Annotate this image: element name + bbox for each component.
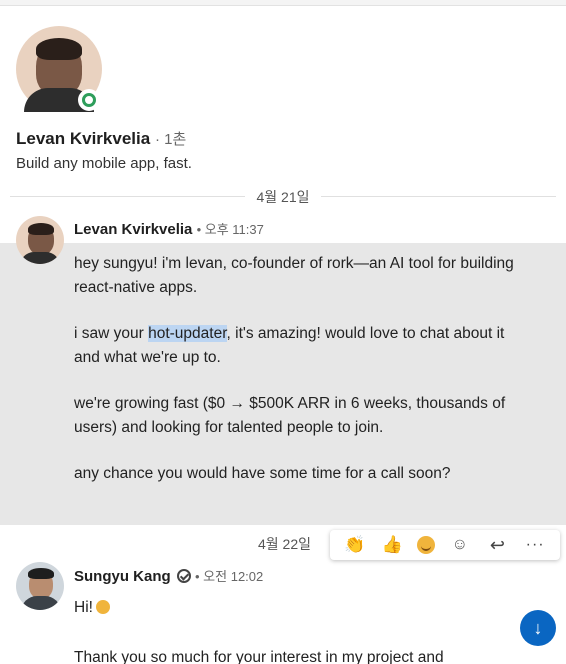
profile-headline: Build any mobile app, fast. <box>16 155 192 172</box>
message-paragraph: Thank you so much for your interest in m… <box>74 649 444 664</box>
reply-icon[interactable]: ↩ <box>484 532 510 558</box>
sender-name[interactable]: Levan Kvirkvelia <box>74 221 192 238</box>
celebrate-icon[interactable]: 👏 <box>342 532 368 558</box>
connection-degree: · 1촌 <box>154 131 187 148</box>
message-paragraph: Hi! <box>74 596 524 620</box>
message-paragraph: i saw your hot-updater, it's amazing! wo… <box>74 325 505 366</box>
scroll-to-bottom-button[interactable]: ↓ <box>520 610 556 646</box>
message-paragraph: any chance you would have some time for … <box>74 465 451 482</box>
reaction-toolbar: 👏 👍 ☺ ↩ ··· <box>330 530 560 560</box>
thumbs-up-icon[interactable]: 👍 <box>379 532 405 558</box>
smile-emoji-icon <box>95 600 110 614</box>
profile-name-row: Levan Kvirkvelia · 1촌 <box>16 128 556 149</box>
message-header: Levan Kvirkvelia • 오후 11:37 <box>74 219 264 238</box>
selected-text: hot-updater <box>148 325 227 342</box>
message-time: • 오후 11:37 <box>196 222 264 237</box>
message-body: hey sungyu! i'm levan, co-founder of ror… <box>74 252 524 508</box>
profile-header: Levan Kvirkvelia · 1촌 Build any mobile a… <box>16 26 556 172</box>
smile-emoji-icon[interactable] <box>417 536 436 554</box>
date-divider: 4월 22일 <box>258 536 312 552</box>
message-paragraph: hey sungyu! i'm levan, co-founder of ror… <box>74 255 514 296</box>
profile-name[interactable]: Levan Kvirkvelia <box>16 129 150 148</box>
sender-avatar[interactable] <box>16 562 64 610</box>
date-divider-row: 4월 22일 👏 👍 ☺ ↩ ··· <box>0 530 566 560</box>
profile-avatar[interactable] <box>16 26 102 112</box>
add-emoji-icon[interactable]: ☺ <box>447 532 473 558</box>
online-status-icon <box>78 89 100 111</box>
sender-avatar[interactable] <box>16 216 64 264</box>
message-header: Sungyu Kang • 오전 12:02 <box>74 566 263 585</box>
message-paragraph: we're growing fast ($0 → $500K ARR in 6 … <box>74 395 506 436</box>
verified-icon <box>176 569 191 583</box>
date-divider: 4월 21일 <box>0 187 566 207</box>
message-time: • 오전 12:02 <box>195 569 264 584</box>
top-border <box>0 0 566 6</box>
more-icon[interactable]: ··· <box>522 532 548 558</box>
sender-name[interactable]: Sungyu Kang <box>74 568 171 585</box>
